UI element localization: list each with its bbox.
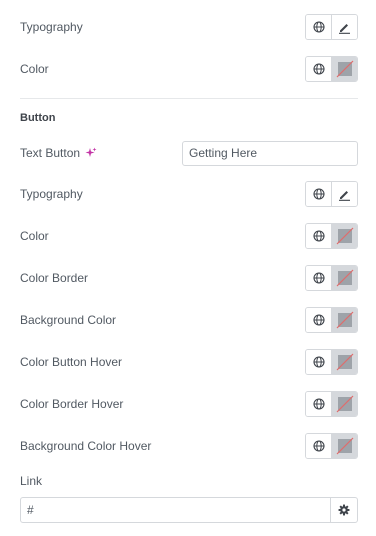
link-label: Link: [20, 474, 43, 488]
link-field: #: [20, 497, 358, 523]
color-border-row: Color Border: [20, 265, 358, 291]
button-typography-row: Typography: [20, 181, 358, 207]
color-swatch-button[interactable]: [331, 266, 357, 290]
empty-color-swatch-icon: [336, 269, 354, 287]
typography-controls: [305, 14, 358, 40]
empty-color-swatch-icon: [336, 395, 354, 413]
pencil-icon: [339, 190, 351, 201]
color-row: Color: [20, 56, 358, 82]
button-typography-label: Typography: [20, 187, 83, 201]
edit-typography-button[interactable]: [331, 182, 357, 206]
globe-icon: [313, 188, 325, 200]
button-typography-controls: [305, 181, 358, 207]
color-label: Color: [20, 62, 49, 76]
globe-icon: [313, 356, 325, 368]
button-color-controls: [305, 223, 358, 249]
color-border-hover-controls: [305, 391, 358, 417]
global-color-button[interactable]: [306, 224, 332, 248]
gear-icon: [338, 504, 350, 516]
color-swatch-button[interactable]: [331, 350, 357, 374]
empty-color-swatch-icon: [336, 60, 354, 78]
text-button-row: Text Button Getting Here: [20, 140, 358, 166]
color-swatch-button[interactable]: [331, 434, 357, 458]
color-button-hover-controls: [305, 349, 358, 375]
global-color-button[interactable]: [306, 350, 332, 374]
background-color-hover-controls: [305, 433, 358, 459]
globe-icon: [313, 398, 325, 410]
background-color-hover-label: Background Color Hover: [20, 439, 152, 453]
typography-row: Typography: [20, 14, 358, 40]
typography-label: Typography: [20, 20, 83, 34]
color-button-hover-row: Color Button Hover: [20, 349, 358, 375]
link-options-button[interactable]: [330, 498, 357, 522]
text-button-label: Text Button: [20, 146, 81, 160]
color-swatch-button[interactable]: [331, 392, 357, 416]
sparkle-icon[interactable]: [85, 147, 97, 159]
button-color-label: Color: [20, 229, 49, 243]
button-section-title: Button: [20, 112, 56, 124]
text-button-label-wrap: Text Button: [20, 146, 97, 160]
background-color-hover-row: Background Color Hover: [20, 433, 358, 459]
globe-icon: [313, 230, 325, 242]
background-color-controls: [305, 307, 358, 333]
globe-icon: [313, 272, 325, 284]
global-typography-button[interactable]: [306, 15, 332, 39]
color-swatch-button[interactable]: [331, 224, 357, 248]
color-border-hover-row: Color Border Hover: [20, 391, 358, 417]
color-controls: [305, 56, 358, 82]
empty-color-swatch-icon: [336, 353, 354, 371]
color-swatch-button[interactable]: [331, 57, 357, 81]
global-color-button[interactable]: [306, 57, 332, 81]
globe-icon: [313, 63, 325, 75]
globe-icon: [313, 440, 325, 452]
text-button-input[interactable]: Getting Here: [182, 140, 358, 166]
global-color-button[interactable]: [306, 266, 332, 290]
color-swatch-button[interactable]: [331, 308, 357, 332]
color-button-hover-label: Color Button Hover: [20, 355, 123, 369]
global-typography-button[interactable]: [306, 182, 332, 206]
edit-typography-button[interactable]: [331, 15, 357, 39]
link-input[interactable]: #: [21, 498, 330, 522]
empty-color-swatch-icon: [336, 311, 354, 329]
empty-color-swatch-icon: [336, 437, 354, 455]
button-color-row: Color: [20, 223, 358, 249]
background-color-label: Background Color: [20, 313, 117, 327]
global-color-button[interactable]: [306, 308, 332, 332]
empty-color-swatch-icon: [336, 227, 354, 245]
globe-icon: [313, 314, 325, 326]
color-border-label: Color Border: [20, 271, 89, 285]
global-color-button[interactable]: [306, 392, 332, 416]
section-divider: [20, 98, 358, 99]
globe-icon: [313, 21, 325, 33]
background-color-row: Background Color: [20, 307, 358, 333]
global-color-button[interactable]: [306, 434, 332, 458]
pencil-icon: [339, 23, 351, 34]
color-border-hover-label: Color Border Hover: [20, 397, 124, 411]
color-border-controls: [305, 265, 358, 291]
